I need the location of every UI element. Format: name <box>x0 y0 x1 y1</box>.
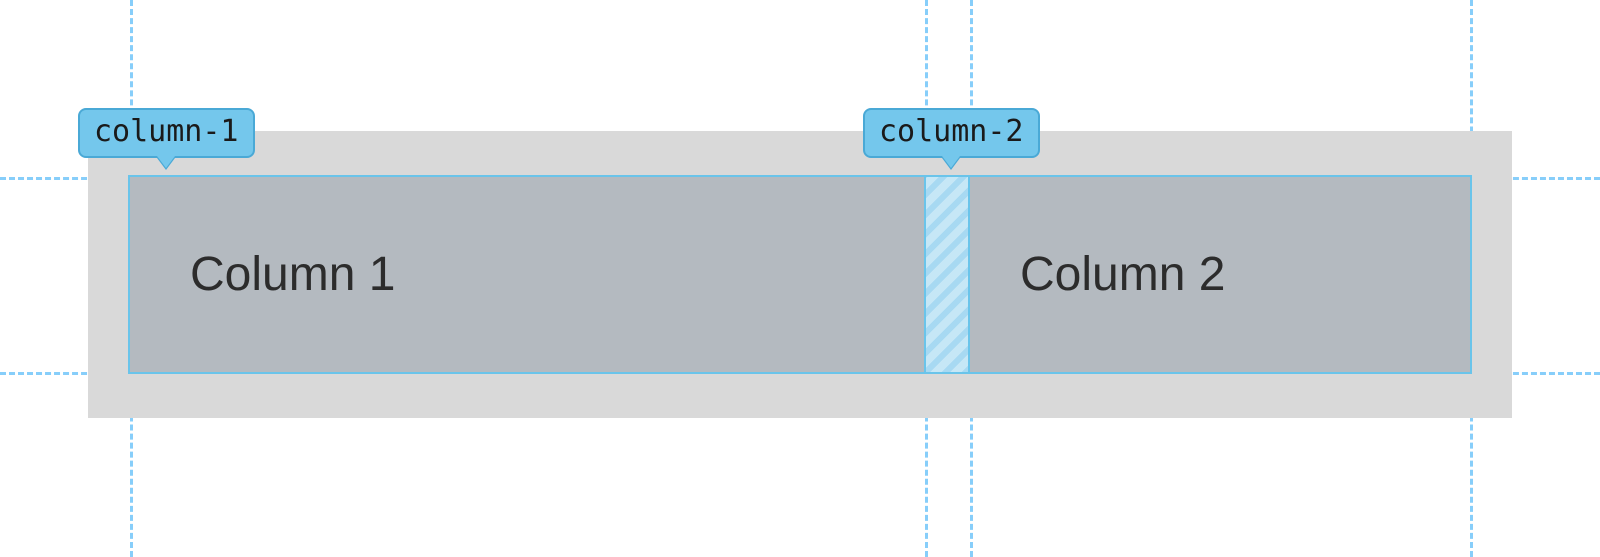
grid-container: Column 1 Column 2 <box>88 131 1512 418</box>
column-2-label: Column 2 <box>1020 247 1225 302</box>
badge-text: column-2 <box>879 114 1024 149</box>
grid: Column 1 Column 2 <box>130 177 1470 372</box>
column-1-label: Column 1 <box>190 247 395 302</box>
line-name-badge-column-1: column-1 <box>78 108 255 158</box>
column-track-1: Column 1 <box>130 177 926 372</box>
column-gap <box>926 177 970 372</box>
column-track-2: Column 2 <box>970 177 1470 372</box>
line-name-badge-column-2: column-2 <box>863 108 1040 158</box>
badge-text: column-1 <box>94 114 239 149</box>
